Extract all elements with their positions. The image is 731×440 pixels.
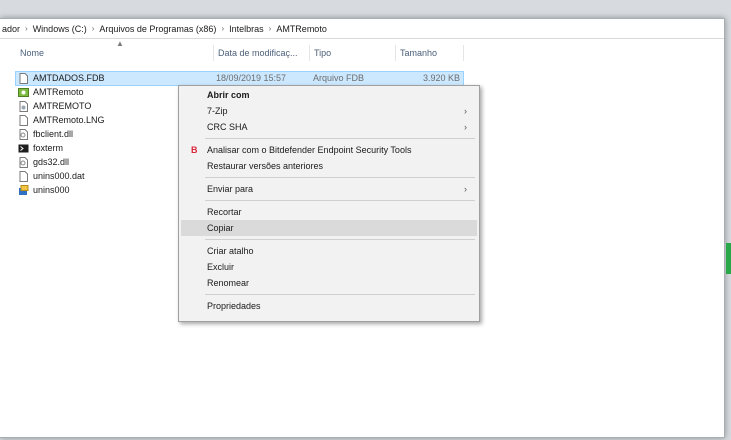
file-size: 3.920 KB [422, 73, 460, 83]
menu-item-label: Analisar com o Bitdefender Endpoint Secu… [207, 145, 412, 155]
file-name: fbclient.dll [33, 129, 74, 139]
settings-file-icon [19, 101, 28, 112]
menu-item-label: Enviar para [207, 184, 254, 194]
menu-item-create-shortcut[interactable]: Criar atalho [181, 243, 477, 259]
menu-item-crc-sha[interactable]: CRC SHA › [181, 119, 477, 135]
menu-item-bitdefender-scan[interactable]: B Analisar com o Bitdefender Endpoint Se… [181, 142, 477, 158]
file-name: AMTREMOTO [33, 101, 92, 111]
menu-item-cut[interactable]: Recortar [181, 204, 477, 220]
menu-item-copy[interactable]: Copiar [181, 220, 477, 236]
breadcrumb-item-drive[interactable]: Windows (C:) [31, 24, 89, 34]
menu-separator [205, 294, 475, 295]
menu-item-send-to[interactable]: Enviar para › [181, 181, 477, 197]
column-header-name[interactable]: Nome [16, 45, 214, 61]
column-header: ▲ Nome Data de modificaç... Tipo Tamanho [0, 39, 724, 61]
menu-item-rename[interactable]: Renomear [181, 275, 477, 291]
file-name: unins000 [33, 185, 70, 195]
app-icon [18, 88, 29, 97]
column-header-type[interactable]: Tipo [310, 45, 396, 61]
breadcrumb-separator[interactable]: › [218, 24, 227, 33]
breadcrumb-separator[interactable]: › [89, 24, 98, 33]
menu-item-properties[interactable]: Propriedades [181, 298, 477, 314]
breadcrumb-separator[interactable]: › [22, 24, 31, 33]
breadcrumb-item-user[interactable]: ador [0, 24, 22, 34]
breadcrumb-separator[interactable]: › [266, 24, 275, 33]
terminal-icon [18, 144, 29, 153]
dll-icon [19, 129, 28, 140]
menu-item-label: CRC SHA [207, 122, 248, 132]
address-bar[interactable]: ador › Windows (C:) › Arquivos de Progra… [0, 19, 724, 39]
menu-item-restore-versions[interactable]: Restaurar versões anteriores [181, 158, 477, 174]
file-name: gds32.dll [33, 157, 70, 167]
chevron-right-icon: › [464, 106, 467, 116]
file-name: AMTRemoto [33, 87, 84, 97]
column-header-date[interactable]: Data de modificaç... [214, 45, 310, 61]
dll-icon [19, 157, 28, 168]
menu-item-open-with[interactable]: Abrir com [181, 87, 477, 103]
chevron-right-icon: › [464, 184, 467, 194]
chevron-right-icon: › [464, 122, 467, 132]
context-menu: Abrir com 7-Zip › CRC SHA › B Analisar c… [178, 85, 480, 322]
menu-item-delete[interactable]: Excluir [181, 259, 477, 275]
file-name: AMTDADOS.FDB [33, 73, 105, 83]
file-name: AMTRemoto.LNG [33, 115, 105, 125]
blank-file-icon [19, 115, 28, 126]
file-type: Arquivo FDB [313, 73, 365, 83]
menu-separator [205, 200, 475, 201]
menu-item-7zip[interactable]: 7-Zip › [181, 103, 477, 119]
file-date: 18/09/2019 15:57 [216, 73, 287, 83]
uninstaller-icon [19, 185, 29, 195]
file-row[interactable]: AMTDADOS.FDB 18/09/2019 15:57 Arquivo FD… [15, 71, 464, 86]
blank-file-icon [19, 73, 28, 84]
menu-separator [205, 138, 475, 139]
breadcrumb-item-intelbras[interactable]: Intelbras [227, 24, 266, 34]
blank-file-icon [19, 171, 28, 182]
bitdefender-icon: B [191, 145, 198, 155]
file-name: unins000.dat [33, 171, 85, 181]
side-accent-bar [726, 243, 731, 274]
menu-separator [205, 239, 475, 240]
menu-item-label: 7-Zip [207, 106, 228, 116]
breadcrumb-item-program-files[interactable]: Arquivos de Programas (x86) [97, 24, 218, 34]
file-name: foxterm [33, 143, 64, 153]
breadcrumb-item-amtremoto[interactable]: AMTRemoto [274, 24, 329, 34]
menu-separator [205, 177, 475, 178]
column-header-size[interactable]: Tamanho [396, 45, 464, 61]
